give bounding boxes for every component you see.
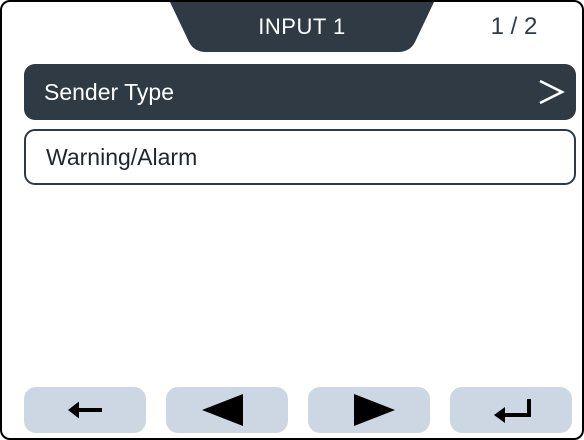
triangle-left-icon — [202, 394, 243, 426]
menu-item-label: Sender Type — [44, 79, 175, 105]
navigation-bar — [2, 387, 582, 433]
enter-return-icon — [494, 399, 531, 423]
previous-button[interactable] — [166, 387, 288, 433]
next-button[interactable] — [308, 387, 430, 433]
back-arrow-icon — [68, 401, 102, 419]
triangle-right-icon — [354, 394, 395, 426]
back-button[interactable] — [24, 387, 146, 433]
menu-item-warning-alarm[interactable]: Warning/Alarm — [24, 129, 576, 185]
menu-item-sender-type[interactable]: Sender Type — [24, 64, 576, 120]
device-screen: INPUT 1 1 / 2 Sender Type Warning/Alarm — [0, 0, 584, 440]
page-indicator: 1 / 2 — [490, 13, 538, 40]
enter-button[interactable] — [450, 387, 572, 433]
menu-item-label: Warning/Alarm — [46, 144, 198, 170]
chevron-right-icon — [539, 79, 565, 105]
header-tab: INPUT 1 — [170, 2, 434, 54]
page-title: INPUT 1 — [258, 14, 346, 39]
